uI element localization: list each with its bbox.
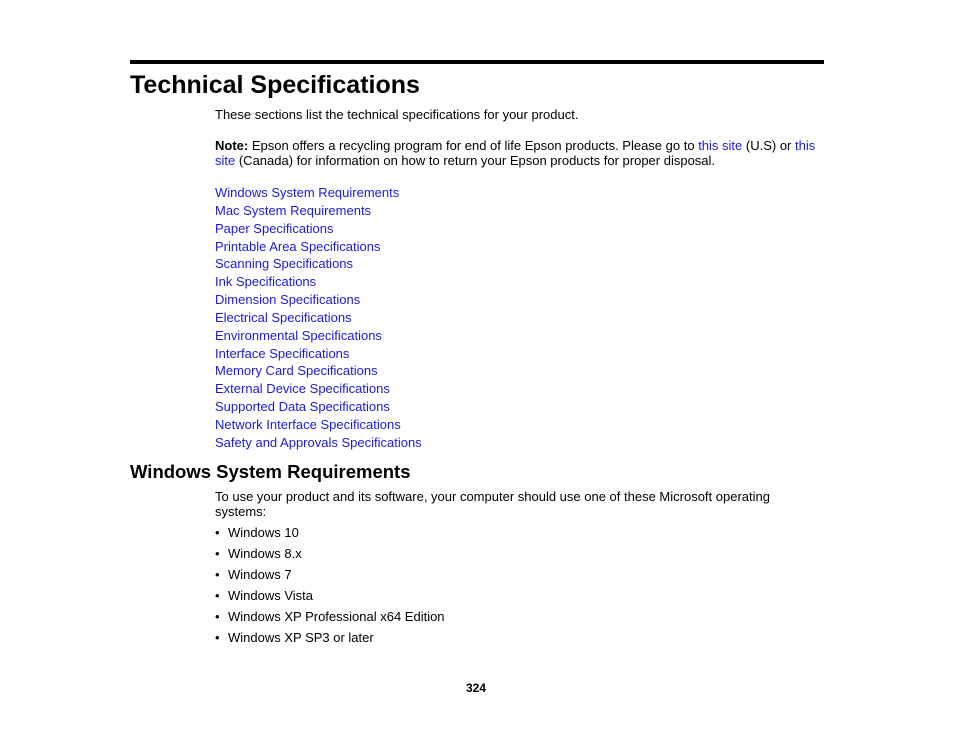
list-item-text: Windows 7 [228,567,292,583]
toc-link-supported-data-specifications[interactable]: Supported Data Specifications [215,399,390,414]
toc-link-printable-area-specifications[interactable]: Printable Area Specifications [215,239,380,254]
toc-link-memory-card-specifications[interactable]: Memory Card Specifications [215,363,378,378]
toc-link-network-interface-specifications[interactable]: Network Interface Specifications [215,417,401,432]
toc-link-environmental-specifications[interactable]: Environmental Specifications [215,328,382,343]
section-text: To use your product and its software, yo… [215,489,770,519]
list-item-text: Windows 8.x [228,546,302,562]
list-item: • Windows Vista [215,588,445,609]
toc-link-safety-and-approvals-specifications[interactable]: Safety and Approvals Specifications [215,435,422,450]
recycling-note: Note: Epson offers a recycling program f… [215,138,825,168]
section-title: Windows System Requirements [130,461,411,482]
list-item: • Windows XP Professional x64 Edition [215,609,445,630]
toc-link-scanning-specifications[interactable]: Scanning Specifications [215,256,353,271]
os-list: • Windows 10 • Windows 8.x • Windows 7 • Win… [215,525,445,652]
list-item-text: Windows Vista [228,588,314,604]
bullet-icon: • [215,588,220,604]
toc-link-ink-specifications[interactable]: Ink Specifications [215,274,316,289]
page-title: Technical Specifications [130,71,420,99]
bullet-icon: • [215,609,220,625]
toc-link-electrical-specifications[interactable]: Electrical Specifications [215,310,352,325]
bullet-icon: • [215,546,220,562]
toc-link-paper-specifications[interactable]: Paper Specifications [215,221,334,236]
toc-link-mac-system-requirements[interactable]: Mac System Requirements [215,203,371,218]
us-site-link[interactable]: this site [698,138,742,153]
list-item-text: Windows XP Professional x64 Edition [228,609,445,625]
bullet-icon: • [215,630,220,646]
bullet-icon: • [215,567,220,583]
list-item: • Windows XP SP3 or later [215,630,445,651]
note-label: Note: [215,138,249,153]
note-text-middle: (U.S) or [742,138,795,153]
toc-link-dimension-specifications[interactable]: Dimension Specifications [215,292,360,307]
list-item: • Windows 7 [215,567,445,588]
title-rule [130,60,824,64]
bullet-icon: • [215,525,220,540]
toc-link-interface-specifications[interactable]: Interface Specifications [215,346,349,361]
toc-list: Windows System Requirements Mac System R… [215,184,422,452]
list-item-text: Windows 10 [228,525,299,540]
intro-text: These sections list the technical specif… [215,107,579,122]
toc-link-external-device-specifications[interactable]: External Device Specifications [215,381,390,396]
toc-link-windows-system-requirements[interactable]: Windows System Requirements [215,185,399,200]
list-item: • Windows 10 [215,525,445,546]
page-number: 324 [466,681,487,695]
list-item-text: Windows XP SP3 or later [228,630,374,646]
note-text-after: (Canada) for information on how to retur… [235,153,716,168]
list-item: • Windows 8.x [215,546,445,567]
note-text-before: Epson offers a recycling program for end… [248,138,699,153]
